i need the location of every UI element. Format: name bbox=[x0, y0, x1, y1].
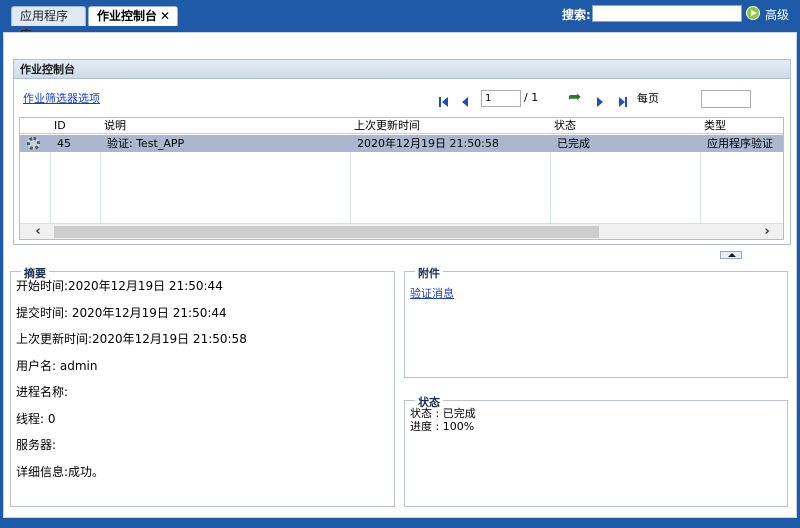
job-filter-options-link[interactable]: 作业筛选器选项 bbox=[23, 90, 100, 106]
per-page-input[interactable] bbox=[701, 90, 751, 108]
status-state: 状态 : 已完成 bbox=[410, 407, 476, 420]
column-header-status[interactable]: 状态 bbox=[554, 119, 576, 133]
close-icon[interactable]: ✕ bbox=[160, 7, 170, 26]
summary-section: 摘要 开始时间:2020年12月19日 21:50:44 提交时间: 2020年… bbox=[10, 265, 395, 507]
main-content: 作业控制台 作业筛选器选项 1 / 1 ➦ 每页 ID 说明 上次更新时间 状态… bbox=[3, 32, 797, 518]
panel-title: 作业控制台 bbox=[14, 60, 790, 79]
search-input[interactable] bbox=[592, 5, 742, 22]
collapse-button[interactable] bbox=[720, 251, 742, 259]
per-page-label: 每页 bbox=[637, 92, 659, 105]
advanced-search-link[interactable]: 高级 bbox=[765, 6, 789, 23]
tab-application-library[interactable]: 应用程序库 bbox=[11, 6, 86, 42]
summary-process-name: 进程名称: bbox=[16, 385, 69, 399]
tab-label: 作业控制台 bbox=[97, 9, 158, 23]
status-progress: 进度 : 100% bbox=[410, 420, 475, 433]
jobs-table: ID 说明 上次更新时间 状态 类型 45 验证: Test_APP 2020年… bbox=[19, 117, 784, 240]
next-icon bbox=[597, 97, 603, 107]
next-page-button[interactable] bbox=[597, 96, 607, 108]
page-total: / 1 bbox=[524, 91, 539, 104]
job-console-panel: 作业控制台 作业筛选器选项 1 / 1 ➦ 每页 ID 说明 上次更新时间 状态… bbox=[13, 59, 791, 245]
play-icon[interactable] bbox=[746, 6, 760, 20]
top-bar: 应用程序库 作业控制台 ✕ 搜索: 高级 bbox=[0, 0, 800, 42]
search-label: 搜索: bbox=[562, 8, 591, 22]
column-header-id[interactable]: ID bbox=[54, 119, 66, 133]
scrollbar-thumb[interactable] bbox=[54, 226, 599, 238]
summary-username: 用户名: admin bbox=[16, 359, 98, 373]
tab-job-console[interactable]: 作业控制台 ✕ bbox=[88, 6, 178, 26]
chevron-right-icon[interactable]: › bbox=[757, 224, 777, 239]
summary-thread: 线程: 0 bbox=[16, 412, 56, 426]
gear-icon bbox=[27, 137, 40, 150]
cell-type: 应用程序验证 bbox=[707, 137, 773, 150]
summary-start-time: 开始时间:2020年12月19日 21:50:44 bbox=[16, 279, 223, 293]
horizontal-scrollbar[interactable]: ‹ › bbox=[20, 223, 783, 239]
column-header-type[interactable]: 类型 bbox=[704, 119, 726, 133]
first-page-button[interactable] bbox=[439, 96, 449, 108]
cell-description: 验证: Test_APP bbox=[107, 137, 185, 150]
first-page-icon bbox=[442, 97, 448, 107]
table-header: ID 说明 上次更新时间 状态 类型 bbox=[20, 118, 783, 134]
previous-icon bbox=[462, 97, 468, 107]
cell-id: 45 bbox=[57, 137, 71, 150]
cell-status: 已完成 bbox=[557, 137, 590, 150]
column-header-last-update[interactable]: 上次更新时间 bbox=[354, 119, 420, 133]
attachments-section: 附件 验证消息 bbox=[404, 265, 788, 378]
summary-submit-time: 提交时间: 2020年12月19日 21:50:44 bbox=[16, 306, 227, 320]
bar-icon bbox=[439, 97, 441, 107]
bar-icon bbox=[625, 97, 627, 107]
previous-page-button[interactable] bbox=[462, 96, 472, 108]
refresh-icon[interactable]: ➦ bbox=[568, 89, 586, 105]
cell-last-update: 2020年12月19日 21:50:58 bbox=[357, 137, 499, 150]
table-row[interactable]: 45 验证: Test_APP 2020年12月19日 21:50:58 已完成… bbox=[20, 135, 783, 152]
bottom-bar bbox=[0, 520, 800, 528]
validation-message-link[interactable]: 验证消息 bbox=[410, 285, 454, 301]
chevron-left-icon[interactable]: ‹ bbox=[28, 224, 48, 239]
column-header-description[interactable]: 说明 bbox=[104, 119, 126, 133]
summary-details: 详细信息:成功。 bbox=[16, 465, 105, 479]
page-number-input[interactable]: 1 bbox=[481, 90, 521, 107]
summary-last-update: 上次更新时间:2020年12月19日 21:50:58 bbox=[16, 332, 247, 346]
summary-server: 服务器: bbox=[16, 438, 57, 452]
last-page-button[interactable] bbox=[619, 96, 629, 108]
attachments-legend: 附件 bbox=[415, 265, 443, 281]
status-section: 状态 状态 : 已完成 进度 : 100% bbox=[404, 394, 788, 507]
